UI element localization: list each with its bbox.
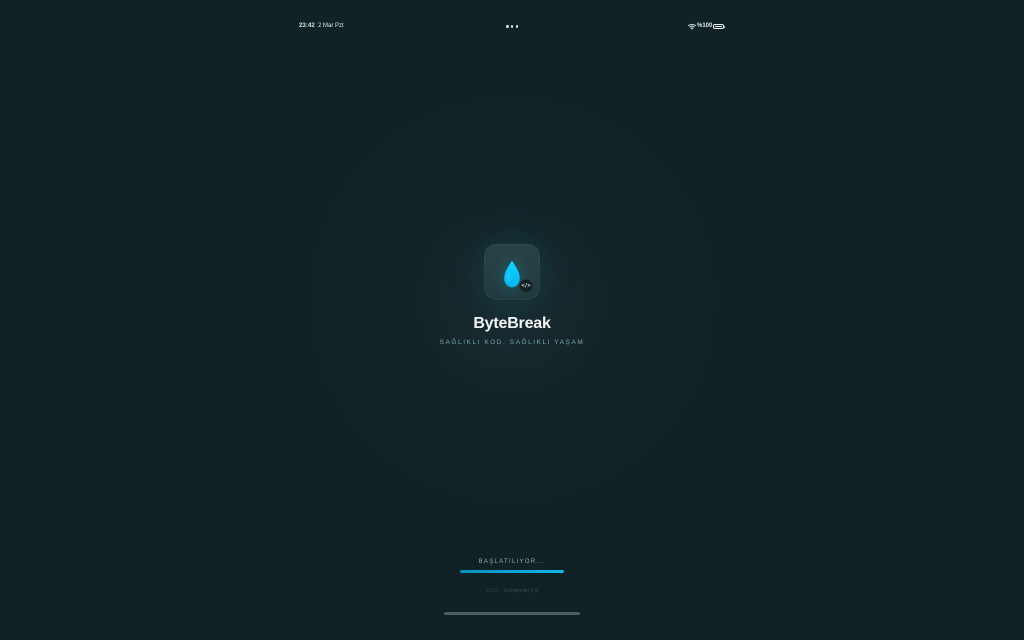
status-date: 2 Mar Pzt (318, 23, 344, 29)
app-subtitle: SAĞLIKLI KOD, SAĞLIKLI YAŞAM (439, 339, 585, 346)
multitask-dot (506, 25, 509, 28)
status-time: 23:42 (299, 23, 315, 29)
battery-level-fill (715, 26, 722, 27)
app-title: ByteBreak (473, 315, 551, 332)
version-note: v1.0.2 · Geliştiriciler İçin (485, 588, 539, 594)
multitask-dot (510, 25, 514, 28)
multitask-menu-icon[interactable] (506, 25, 518, 28)
battery-tip (724, 25, 725, 28)
loading-progress-fill (460, 570, 564, 573)
loading-label: BAŞLATILIYOR... (478, 559, 546, 565)
app-icon: </> (484, 244, 540, 300)
code-icon: </> (519, 279, 533, 293)
battery-icon (713, 24, 724, 29)
wifi-icon (688, 23, 696, 30)
splash-screen: 23:42 2 Mar Pzt %100 </> ByteBreak SAĞLI… (0, 0, 1024, 640)
battery-percentage: %100 (697, 23, 713, 29)
loading-progress-track (460, 570, 564, 573)
multitask-dot (515, 25, 518, 28)
home-indicator[interactable] (444, 612, 580, 615)
